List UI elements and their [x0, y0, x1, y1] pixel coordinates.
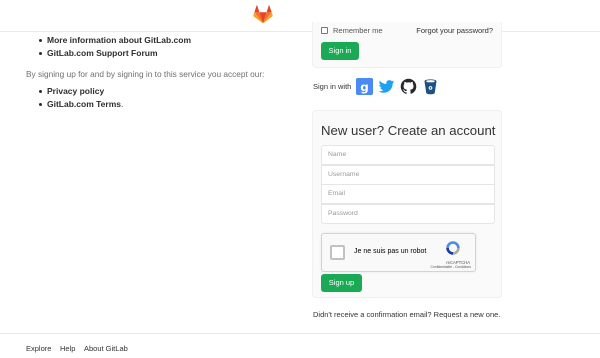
github-icon[interactable] [400, 78, 417, 95]
email-field[interactable]: Email [321, 184, 495, 204]
info-column: More information about GitLab.com GitLab… [26, 34, 296, 111]
terms-suffix: . [121, 99, 124, 109]
forgot-password-link[interactable]: Forgot your password? [416, 26, 493, 35]
agreement-text: By signing up for and by signing in to t… [26, 69, 265, 79]
request-confirmation-link[interactable]: Request a new one. [434, 310, 501, 319]
more-info-link[interactable]: More information about GitLab.com [26, 34, 296, 47]
register-title: New user? Create an account [321, 123, 496, 138]
bullet [39, 52, 42, 55]
more-info-link-label[interactable]: More information about GitLab.com [47, 35, 191, 45]
footer: Explore Help About GitLab [0, 333, 600, 358]
footer-link-explore[interactable]: Explore [26, 344, 51, 353]
google-icon[interactable]: g [356, 77, 374, 95]
footer-link-about[interactable]: About GitLab [84, 344, 128, 353]
password-field[interactable]: Password [321, 204, 495, 224]
recaptcha-logo-icon [446, 241, 460, 255]
remember-me-label[interactable]: Remember me [333, 26, 383, 35]
confirmation-line: Didn't receive a confirmation email? Req… [313, 310, 500, 319]
sign-in-button[interactable]: Sign in [321, 42, 359, 60]
top-bar [0, 0, 600, 32]
sign-in-with-providers: Sign in with g [313, 76, 444, 96]
privacy-policy-link[interactable]: Privacy policy [26, 85, 296, 98]
info-links-list: More information about GitLab.com GitLab… [26, 34, 296, 60]
bitbucket-icon[interactable] [422, 78, 439, 95]
terms-link[interactable]: GitLab.com Terms. [26, 98, 296, 111]
svg-text:g: g [361, 79, 370, 93]
confirmation-text: Didn't receive a confirmation email? [313, 310, 432, 319]
recaptcha-label: Je ne suis pas un robot [354, 248, 427, 255]
register-panel: New user? Create an account Name Usernam… [312, 110, 502, 298]
username-field[interactable]: Username [321, 165, 495, 185]
support-forum-link-label[interactable]: GitLab.com Support Forum [47, 48, 158, 58]
twitter-icon[interactable] [378, 78, 395, 95]
recaptcha-checkbox[interactable] [330, 245, 345, 260]
recaptcha-terms-link[interactable]: Confidentialité - Conditions [430, 265, 471, 269]
sign-up-button[interactable]: Sign up [321, 274, 362, 292]
footer-link-help[interactable]: Help [60, 344, 75, 353]
sign-in-with-label: Sign in with [313, 81, 352, 91]
signin-form: Remember me Forgot your password? Sign i… [312, 22, 502, 68]
checkbox-box[interactable] [321, 27, 328, 34]
remember-me-checkbox[interactable]: Remember me [321, 26, 383, 35]
privacy-policy-link-label[interactable]: Privacy policy [47, 86, 104, 96]
recaptcha-widget: Je ne suis pas un robot reCAPTCHA Confid… [321, 233, 476, 272]
bullet [39, 39, 42, 42]
terms-link-label[interactable]: GitLab.com Terms [47, 99, 121, 109]
bullet [39, 103, 42, 106]
support-forum-link[interactable]: GitLab.com Support Forum [26, 47, 296, 60]
bullet [39, 90, 42, 93]
policy-links-list: Privacy policy GitLab.com Terms. [26, 85, 296, 111]
name-field[interactable]: Name [321, 145, 495, 165]
gitlab-logo-icon[interactable] [253, 5, 273, 25]
